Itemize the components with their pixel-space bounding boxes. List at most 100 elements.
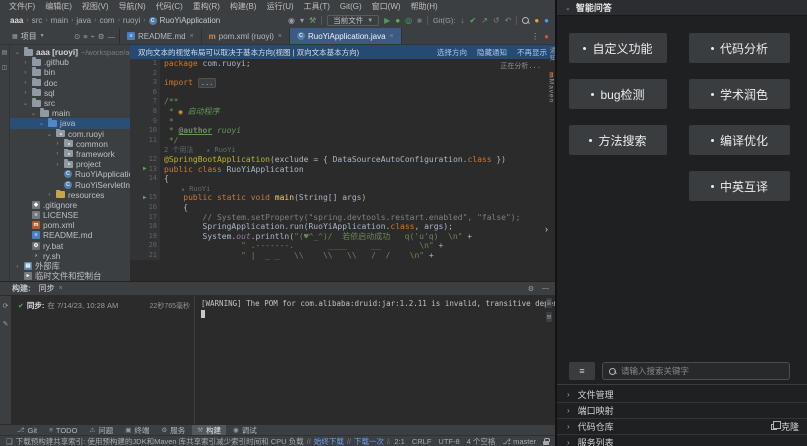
editor-tab[interactable]: mpom.xml (ruoyi)× [202,28,290,44]
assistant-button-中英互译[interactable]: 中英互译 [689,171,790,201]
tree-item[interactable]: ⌄java [10,118,130,128]
git-commit-icon[interactable]: ✔ [470,17,477,25]
notifications-icon[interactable]: ● [544,32,549,41]
stop-icon[interactable]: ■ [417,17,422,25]
editor-tab[interactable]: CRuoYiApplication.java× [290,28,402,44]
build-console[interactable]: [WARNING] The POM for com.alibaba:druid:… [195,296,555,425]
line-separator[interactable]: CRLF [412,437,432,446]
menu-item[interactable]: 导航(N) [115,1,150,12]
commit-stripe-icon[interactable]: ▤ [2,49,8,56]
tree-item[interactable]: ⚙ry.bat [10,241,130,251]
minimize-icon[interactable]: — [542,285,549,292]
expand-panel-chevron-icon[interactable]: › [545,224,548,234]
tree-item[interactable]: ≡README.md [10,230,130,240]
refresh-icon[interactable]: ⟳ [3,302,9,310]
breadcrumb-item[interactable]: ruoyi [123,16,140,25]
assistant-section-header[interactable]: ⌄ 智能问答 [557,0,807,16]
menu-item[interactable]: 工具(T) [300,1,334,12]
project-panel-title[interactable]: 项目 [21,31,37,42]
user-profile-icon[interactable]: ◉ [288,17,295,25]
search-input[interactable] [621,366,783,376]
menu-item[interactable]: 构建(B) [226,1,261,12]
git-rollback-icon[interactable]: ↶ [505,17,512,25]
tree-item[interactable]: CRuoYiServletInitializer [10,179,130,189]
run-gutter-icon[interactable]: ▶ [143,166,147,172]
breadcrumb-item[interactable]: com [99,16,114,25]
menu-item[interactable]: 帮助(H) [407,1,442,12]
coverage-icon[interactable]: ◎ [405,17,412,25]
filter-icon[interactable]: ✎ [3,320,9,328]
tree-item[interactable]: ›▤外部库 [10,261,130,271]
plugin-blue-icon[interactable]: ● [544,17,549,25]
tree-toggle-icon[interactable]: ⌄ [30,109,37,117]
assistant-button-编译优化[interactable]: 编译优化 [689,125,790,155]
menu-item[interactable]: 视图(V) [78,1,113,12]
editor-tab[interactable]: ≡README.md× [120,28,202,44]
tree-item[interactable]: ◆.gitignore [10,200,130,210]
tool-window-button-终端[interactable]: ▣终端 [120,425,154,435]
clone-button[interactable]: 克隆 [771,420,799,433]
build-hammer-icon[interactable]: ⚒ [309,17,316,25]
tree-item[interactable]: mpom.xml [10,220,130,230]
menu-item[interactable]: 文件(F) [5,1,39,12]
menu-item[interactable]: 窗口(W) [368,1,405,12]
soft-wrap-icon[interactable]: ≣ [546,298,552,308]
section-服务列表[interactable]: ›服务列表 [557,435,807,446]
breadcrumb-item[interactable]: java [76,16,91,25]
close-icon[interactable]: × [278,33,282,40]
close-icon[interactable]: × [190,33,194,40]
tree-item[interactable]: ›resources [10,190,130,200]
assistant-button-bug检测[interactable]: bug检测 [569,79,667,109]
tree-item[interactable]: CRuoYiApplication [10,169,130,179]
run-icon[interactable]: ▶ [384,17,390,25]
debug-icon[interactable]: ● [395,17,400,25]
sync-status-row[interactable]: ✔ 同步: 在 7/14/23, 10:28 AM 22秒765毫秒 [18,300,190,311]
tool-window-button-问题[interactable]: ⚠问题 [84,425,118,435]
run-config-combo[interactable]: 当前文件 ▼ [327,15,379,26]
tree-toggle-icon[interactable]: › [54,140,61,147]
run-gutter-icon[interactable]: ▶ [143,195,147,201]
menu-hamburger-icon[interactable]: ≡ [569,362,595,380]
tree-toggle-icon[interactable]: ⌄ [46,130,53,138]
tree-item[interactable]: ›ry.sh [10,251,130,261]
assistant-button-方法搜索[interactable]: 方法搜索 [569,125,667,155]
tree-toggle-icon[interactable]: › [54,150,61,157]
tree-item[interactable]: ⌄main [10,108,130,118]
menu-item[interactable]: Git(G) [336,2,366,11]
banner-link[interactable]: 选择方向 [437,47,467,58]
dropdown-arrow-icon[interactable]: ▾ [300,17,304,25]
tree-item[interactable]: ≡LICENSE [10,210,130,220]
write-access-lock-icon[interactable] [543,441,549,445]
tree-toggle-icon[interactable]: › [22,59,29,66]
structure-stripe-icon[interactable]: ◫ [2,64,8,71]
menu-item[interactable]: 代码(C) [152,1,187,12]
file-encoding[interactable]: UTF-8 [438,437,459,446]
tree-item[interactable]: ›doc [10,78,130,88]
gear-icon[interactable]: ⚙ [528,285,534,293]
assistant-button-代码分析[interactable]: 代码分析 [689,33,790,63]
close-icon[interactable]: × [390,33,394,40]
tool-window-button-服务[interactable]: ⚙服务 [156,425,190,435]
tree-item[interactable]: ›.github [10,57,130,67]
banner-link[interactable]: 隐藏通知 [477,47,507,58]
code-editor[interactable]: 正在分析... 1package com.ruoyi;23import ...6… [130,59,555,281]
section-代码仓库[interactable]: ›代码仓库克隆 [557,419,807,435]
menu-item[interactable]: 运行(U) [263,1,298,12]
expand-all-icon[interactable]: ≡ [83,32,87,41]
locate-file-icon[interactable]: ⊙ [74,32,80,41]
tree-toggle-icon[interactable]: › [14,263,21,270]
menu-item[interactable]: 重构(R) [189,1,224,12]
tree-item[interactable]: ⌄com.ruoyi [10,129,130,139]
section-端口映射[interactable]: ›端口映射 [557,403,807,419]
status-link[interactable]: 始终下载 [314,436,344,446]
tool-window-button-构建[interactable]: ⚒构建 [192,425,226,435]
tool-window-button-todo[interactable]: ≡TODO [44,425,82,435]
assistant-button-学术润色[interactable]: 学术润色 [689,79,790,109]
tree-item[interactable]: ⌄aaa [ruoyi] ~/workspace/aaa [10,47,130,57]
scroll-end-icon[interactable]: ⊞ [546,312,552,322]
tree-toggle-icon[interactable]: ⌄ [38,119,45,127]
collapse-all-icon[interactable]: ÷ [91,32,95,41]
tree-toggle-icon[interactable]: › [22,69,29,76]
menu-item[interactable]: 编辑(E) [41,1,76,12]
tree-toggle-icon[interactable]: › [22,79,29,86]
